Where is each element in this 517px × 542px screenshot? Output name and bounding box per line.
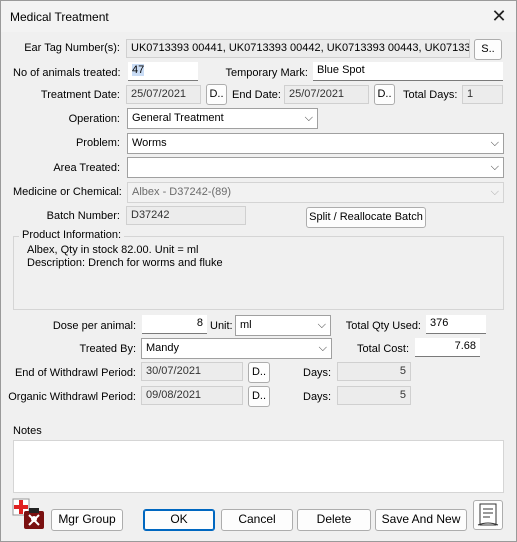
treatment-date-label: Treatment Date: — [40, 89, 120, 101]
treated-by-value: Mandy — [146, 342, 180, 354]
problem-label: Problem: — [75, 137, 120, 149]
end-of-withdrawal-period-field[interactable]: 30/07/2021 — [141, 362, 243, 381]
chevron-down-icon: ⌵ — [317, 319, 326, 331]
delete-button[interactable]: Delete — [297, 509, 371, 531]
window-title: Medical Treatment — [10, 10, 109, 24]
cancel-button[interactable]: Cancel — [221, 509, 293, 531]
end-of-withdrawal-period-label: End of Withdrawl Period: — [14, 367, 136, 379]
save-and-new-button[interactable]: Save And New — [375, 509, 467, 531]
temporary-mark-label: Temporary Mark: — [225, 67, 308, 79]
product-information-title: Product Information: — [19, 229, 125, 241]
notes-textarea[interactable] — [13, 440, 504, 493]
organic-withdrawal-period-field[interactable]: 09/08/2021 — [141, 386, 243, 405]
unit-value: ml — [240, 319, 252, 331]
total-days-label: Total Days: — [403, 89, 458, 101]
organic-days-field: 5 — [337, 386, 411, 405]
batch-number-field: D37242 — [126, 206, 246, 225]
organic-withdrawal-period-label: Organic Withdrawl Period: — [8, 391, 136, 403]
withdrawal-date-button[interactable]: D.. — [248, 362, 270, 383]
end-date-label: End Date: — [232, 89, 281, 101]
product-info-stock-line: Albex, Qty in stock 82.00. Unit = ml — [27, 244, 199, 256]
ear-tag-select-button[interactable]: S.. — [474, 39, 502, 60]
notes-label: Notes — [13, 425, 42, 437]
chevron-down-icon: ⌵ — [318, 342, 327, 354]
chevron-down-icon: ⌵ — [490, 137, 499, 149]
area-treated-dropdown[interactable]: ⌵ — [127, 157, 504, 178]
report-document-icon[interactable] — [473, 500, 503, 530]
batch-number-label: Batch Number: — [46, 210, 120, 222]
chevron-down-icon: ⌵ — [490, 186, 499, 198]
total-qty-used-label: Total Qty Used: — [345, 320, 421, 332]
temporary-mark-input[interactable]: Blue Spot — [313, 62, 503, 81]
product-info-description-line: Description: Drench for worms and fluke — [27, 257, 223, 269]
dose-per-animal-label: Dose per animal: — [52, 320, 136, 332]
split-reallocate-batch-button[interactable]: Split / Reallocate Batch — [306, 207, 426, 228]
operation-label: Operation: — [68, 113, 120, 125]
problem-dropdown[interactable]: Worms ⌵ — [127, 133, 504, 154]
medicine-dropdown[interactable]: Albex - D37242-(89) ⌵ — [127, 182, 504, 203]
medical-kit-icon[interactable] — [12, 497, 46, 531]
chevron-down-icon: ⌵ — [304, 112, 313, 124]
medical-treatment-dialog: Medical Treatment ✕ Ear Tag Number(s): U… — [0, 0, 517, 542]
medicine-value: Albex - D37242-(89) — [132, 186, 232, 198]
animals-treated-value: 47 — [132, 64, 145, 76]
treated-by-dropdown[interactable]: Mandy ⌵ — [141, 338, 332, 359]
withdrawal-days-field: 5 — [337, 362, 411, 381]
mgr-group-button[interactable]: Mgr Group — [51, 509, 123, 531]
total-cost-input[interactable]: 7.68 — [415, 338, 480, 357]
medicine-label: Medicine or Chemical: — [13, 186, 122, 198]
treatment-date-button[interactable]: D.. — [206, 84, 227, 105]
treated-by-label: Treated By: — [79, 343, 136, 355]
end-date-button[interactable]: D.. — [374, 84, 395, 105]
operation-dropdown[interactable]: General Treatment ⌵ — [127, 108, 318, 129]
total-days-field: 1 — [462, 85, 503, 104]
close-icon[interactable]: ✕ — [482, 1, 516, 32]
title-bar: Medical Treatment ✕ — [1, 1, 516, 32]
chevron-down-icon: ⌵ — [490, 161, 499, 173]
unit-dropdown[interactable]: ml ⌵ — [235, 315, 331, 336]
organic-days-label: Days: — [303, 391, 332, 403]
ear-tag-label: Ear Tag Number(s): — [24, 42, 120, 54]
total-cost-label: Total Cost: — [357, 343, 409, 355]
total-qty-used-input[interactable]: 376 — [426, 315, 486, 334]
unit-label: Unit: — [210, 320, 233, 332]
ok-button[interactable]: OK — [143, 509, 215, 531]
ear-tag-field[interactable]: UK0713393 00441, UK0713393 00442, UK0713… — [126, 39, 470, 58]
treatment-date-field[interactable]: 25/07/2021 — [126, 85, 201, 104]
dose-per-animal-input[interactable]: 8 — [142, 315, 207, 334]
animals-treated-input[interactable]: 47 — [128, 62, 198, 81]
animals-treated-label: No of animals treated: — [13, 67, 121, 79]
withdrawal-days-label: Days: — [303, 367, 332, 379]
area-treated-label: Area Treated: — [53, 162, 120, 174]
end-date-field[interactable]: 25/07/2021 — [284, 85, 369, 104]
problem-value: Worms — [132, 137, 167, 149]
organic-date-button[interactable]: D.. — [248, 386, 270, 407]
operation-value: General Treatment — [132, 112, 224, 124]
